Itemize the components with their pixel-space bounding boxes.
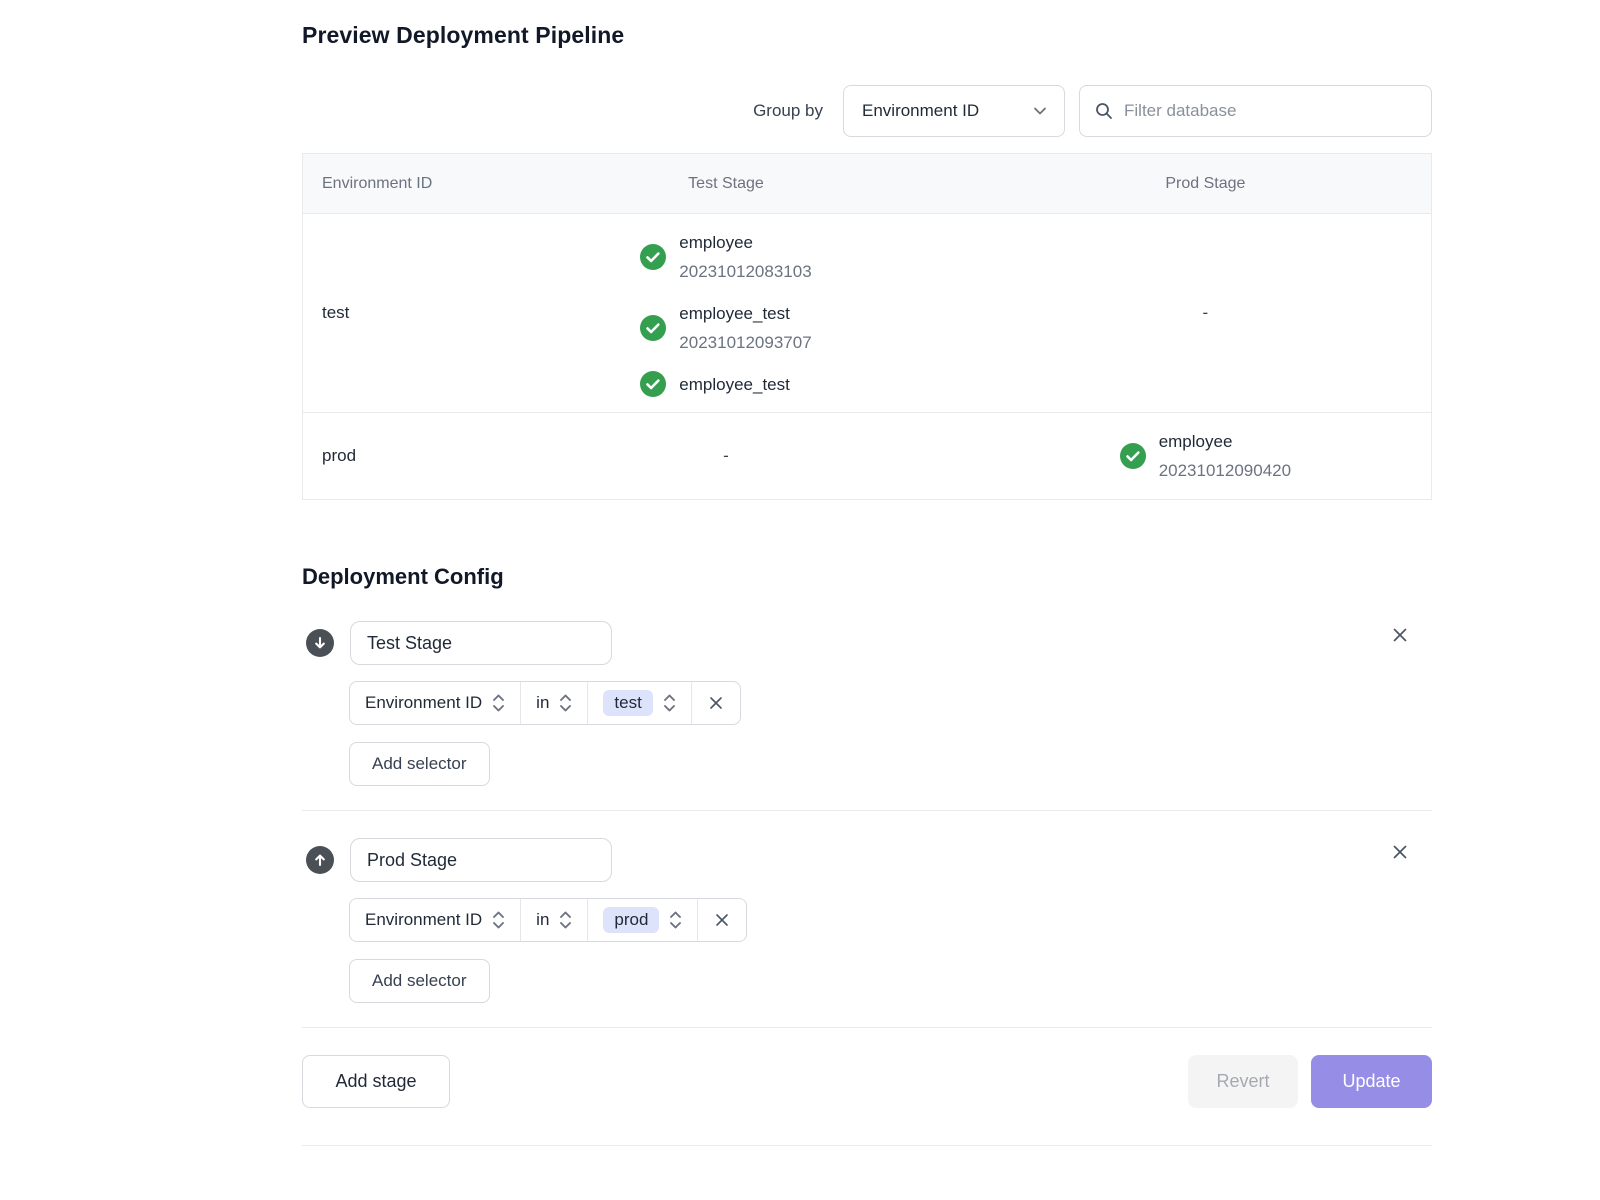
arrow-down-circle-icon <box>306 629 334 657</box>
remove-selector-button[interactable] <box>698 899 746 941</box>
chevron-up-down-icon <box>669 909 682 931</box>
selector-value-select[interactable]: test <box>588 682 691 724</box>
stage-name-input[interactable] <box>350 838 612 882</box>
arrow-up-circle-icon <box>306 846 334 874</box>
page-title: Preview Deployment Pipeline <box>302 22 1432 49</box>
database-version: 20231012083103 <box>679 257 811 286</box>
database-name: employee_test <box>679 370 790 399</box>
column-prod-stage: Prod Stage <box>980 175 1431 193</box>
selector-operator-select[interactable]: in <box>521 682 588 724</box>
label-selector: Environment ID in prod <box>349 898 747 942</box>
database-entry: employee_test <box>640 370 790 399</box>
selector-operator-select[interactable]: in <box>521 899 588 941</box>
selector-operator-value: in <box>536 693 549 713</box>
selector-value-tag: test <box>603 690 652 716</box>
column-environment-id: Environment ID <box>303 175 472 193</box>
test-stage-empty: - <box>472 446 980 466</box>
stage-divider <box>302 1027 1432 1028</box>
selector-key-value: Environment ID <box>365 910 482 930</box>
database-version: 20231012093707 <box>679 328 811 357</box>
database-entry: employee 20231012090420 <box>1120 427 1291 485</box>
table-row-test: test employee 20231012083103 <box>303 214 1431 413</box>
add-stage-button[interactable]: Add stage <box>302 1055 450 1108</box>
prod-stage-databases: employee 20231012090420 <box>1120 427 1291 485</box>
chevron-up-down-icon <box>492 909 505 931</box>
database-version: 20231012090420 <box>1159 456 1291 485</box>
chevron-up-down-icon <box>492 692 505 714</box>
filter-database-field[interactable] <box>1079 85 1432 137</box>
revert-button[interactable]: Revert <box>1188 1055 1298 1108</box>
success-check-icon <box>640 315 666 341</box>
remove-stage-button[interactable] <box>1386 838 1414 866</box>
selector-key-select[interactable]: Environment ID <box>350 682 521 724</box>
deployment-config-heading: Deployment Config <box>302 564 1432 590</box>
group-by-label: Group by <box>753 101 823 121</box>
search-icon <box>1094 101 1114 121</box>
update-button[interactable]: Update <box>1311 1055 1432 1108</box>
stage-config-prod: Environment ID in prod <box>302 838 1432 1003</box>
database-entry: employee 20231012083103 <box>640 228 811 286</box>
database-name: employee_test <box>679 299 811 328</box>
selector-value-select[interactable]: prod <box>588 899 698 941</box>
selector-key-value: Environment ID <box>365 693 482 713</box>
label-selector: Environment ID in test <box>349 681 741 725</box>
footer-actions: Add stage Revert Update <box>302 1055 1432 1108</box>
environment-name: test <box>303 303 472 323</box>
toolbar: Group by Environment ID <box>302 85 1432 137</box>
prod-stage-empty: - <box>980 303 1431 323</box>
selector-value-tag: prod <box>603 907 659 933</box>
success-check-icon <box>640 371 666 397</box>
selector-operator-value: in <box>536 910 549 930</box>
database-entry: employee_test 20231012093707 <box>640 299 811 357</box>
chevron-up-down-icon <box>559 909 572 931</box>
database-name: employee <box>679 228 811 257</box>
pipeline-table: Environment ID Test Stage Prod Stage tes… <box>302 153 1432 500</box>
test-stage-databases: employee 20231012083103 employee_test 20… <box>640 228 811 399</box>
selector-key-select[interactable]: Environment ID <box>350 899 521 941</box>
success-check-icon <box>1120 443 1146 469</box>
add-selector-button[interactable]: Add selector <box>349 742 490 786</box>
group-by-value: Environment ID <box>862 101 979 121</box>
column-test-stage: Test Stage <box>472 175 980 193</box>
success-check-icon <box>640 244 666 270</box>
chevron-down-icon <box>1032 103 1048 119</box>
chevron-up-down-icon <box>663 692 676 714</box>
stage-name-input[interactable] <box>350 621 612 665</box>
stage-divider <box>302 810 1432 811</box>
add-selector-button[interactable]: Add selector <box>349 959 490 1003</box>
group-by-select[interactable]: Environment ID <box>843 85 1065 137</box>
remove-selector-button[interactable] <box>692 682 740 724</box>
remove-stage-button[interactable] <box>1386 621 1414 649</box>
bottom-divider <box>302 1145 1432 1146</box>
table-row-prod: prod - employee 20231012090420 <box>303 413 1431 499</box>
filter-database-input[interactable] <box>1124 101 1417 121</box>
database-name: employee <box>1159 427 1291 456</box>
environment-name: prod <box>303 446 472 466</box>
stage-config-test: Environment ID in test <box>302 621 1432 786</box>
pipeline-table-header: Environment ID Test Stage Prod Stage <box>303 154 1431 214</box>
main-content: Preview Deployment Pipeline Group by Env… <box>302 0 1432 1146</box>
chevron-up-down-icon <box>559 692 572 714</box>
